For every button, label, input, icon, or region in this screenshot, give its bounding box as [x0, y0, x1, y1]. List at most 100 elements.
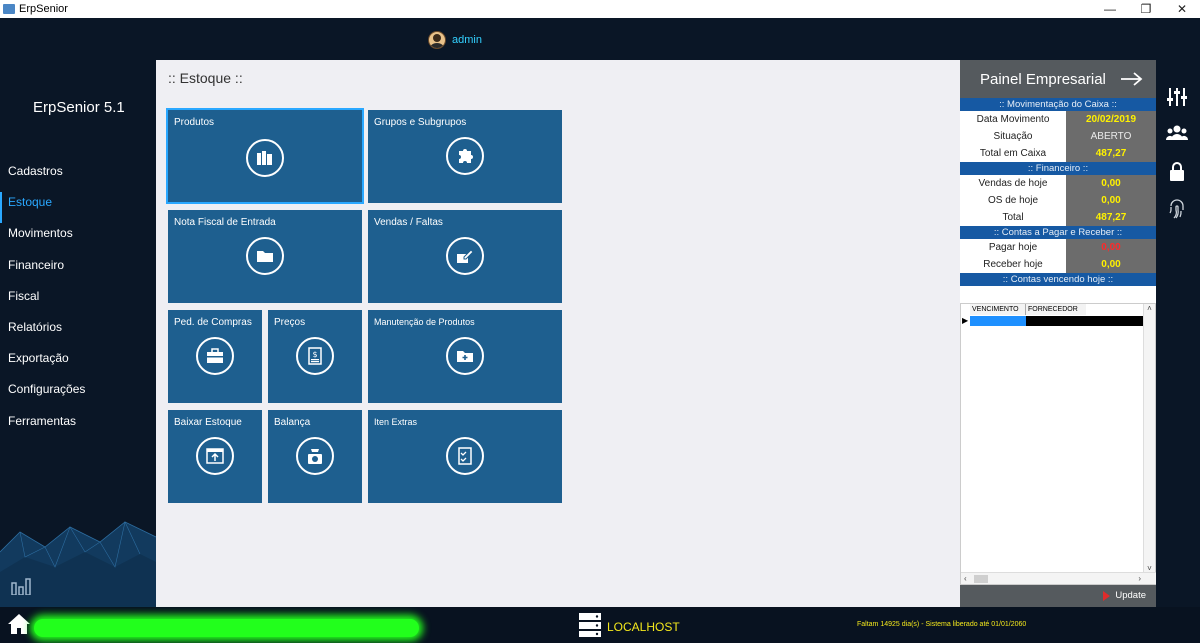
fingerprint-icon[interactable]	[1166, 198, 1188, 220]
sidebar-item-fiscal[interactable]: Fiscal	[0, 286, 156, 317]
row-value: 487,27	[1066, 145, 1156, 162]
row-value: 0,00	[1066, 192, 1156, 209]
panel-title: Painel Empresarial	[980, 70, 1106, 88]
row-total-caixa: Total em Caixa 487,27	[960, 145, 1156, 162]
tile-precos[interactable]: Preços $	[268, 310, 362, 403]
row-value: 20/02/2019	[1066, 111, 1156, 128]
bar-chart-icon[interactable]	[11, 577, 33, 595]
arrow-right-icon[interactable]	[1120, 71, 1144, 87]
row-pointer-icon: ▶	[962, 316, 969, 325]
row-value: 0,00	[1066, 239, 1156, 256]
user-menu[interactable]: admin	[428, 31, 482, 49]
horizontal-scrollbar[interactable]: ‹ ›	[961, 572, 1157, 584]
home-icon[interactable]	[7, 612, 31, 636]
row-key: Situação	[960, 128, 1066, 145]
row-key: Vendas de hoje	[960, 175, 1066, 192]
section-vencendo: :: Contas vencendo hoje ::	[960, 273, 1156, 286]
tile-label: Produtos	[174, 117, 215, 128]
license-status: Faltam 14925 dia(s) - Sistema liberado a…	[857, 621, 1027, 628]
avatar	[428, 31, 446, 49]
update-label: Update	[1115, 590, 1146, 601]
row-key: Total	[960, 209, 1066, 226]
scroll-up-icon[interactable]: ˄	[1144, 304, 1155, 314]
tile-label: Vendas / Faltas	[374, 217, 443, 228]
page-title: :: Estoque ::	[168, 70, 243, 86]
checklist-icon	[446, 437, 484, 475]
row-vendas-hoje: Vendas de hoje 0,00	[960, 175, 1156, 192]
server-icon	[579, 613, 601, 637]
sidebar-item-cadastros[interactable]: Cadastros	[0, 161, 156, 192]
sliders-icon[interactable]	[1166, 86, 1188, 108]
tile-label: Iten Extras	[374, 417, 418, 427]
sidebar-item-relatorios[interactable]: Relatórios	[0, 317, 156, 348]
sidebar-item-exportacao[interactable]: Exportação	[0, 348, 156, 379]
cell-vencimento[interactable]	[970, 316, 1026, 326]
tile-vendas-faltas[interactable]: Vendas / Faltas	[368, 210, 562, 303]
user-name: admin	[452, 34, 482, 46]
tile-ped-compras[interactable]: Ped. de Compras	[168, 310, 262, 403]
users-icon[interactable]	[1166, 122, 1188, 144]
tile-iten-extras[interactable]: Iten Extras	[368, 410, 562, 503]
row-value: 487,27	[1066, 209, 1156, 226]
folder-icon	[246, 237, 284, 275]
row-key: Total em Caixa	[960, 145, 1066, 162]
cell-fornecedor[interactable]	[1026, 316, 1143, 326]
row-pagar-hoje: Pagar hoje 0,00	[960, 239, 1156, 256]
close-button[interactable]: ✕	[1164, 0, 1200, 18]
tile-produtos[interactable]: Produtos	[166, 108, 364, 204]
sidebar-item-ferramentas[interactable]: Ferramentas	[0, 411, 156, 442]
edit-icon	[446, 237, 484, 275]
sidebar-item-configuracoes[interactable]: Configurações	[0, 379, 156, 410]
row-value: 0,00	[1066, 256, 1156, 273]
top-header: admin	[0, 18, 1200, 60]
restore-button[interactable]: ❐	[1128, 0, 1164, 18]
tile-manutencao-produtos[interactable]: Manutenção de Produtos	[368, 310, 562, 403]
row-data-movimento: Data Movimento 20/02/2019	[960, 111, 1156, 128]
sidebar-item-movimentos[interactable]: Movimentos	[0, 223, 156, 254]
books-icon	[246, 139, 284, 177]
scale-icon	[296, 437, 334, 475]
scroll-right-icon[interactable]: ›	[1138, 573, 1141, 584]
business-panel: Painel Empresarial :: Movimentação do Ca…	[960, 60, 1157, 607]
sidebar: ErpSenior 5.1 Cadastros Estoque Moviment…	[0, 60, 156, 607]
due-accounts-grid[interactable]: VENCIMENTO FORNECEDOR ▶ ˄ ˅ ‹ ›	[960, 303, 1157, 585]
tile-label: Baixar Estoque	[174, 417, 242, 428]
row-key: OS de hoje	[960, 192, 1066, 209]
tile-label: Preços	[274, 317, 306, 328]
svg-text:$: $	[312, 350, 317, 359]
briefcase-icon	[196, 337, 234, 375]
tile-baixar-estoque[interactable]: Baixar Estoque	[168, 410, 262, 503]
window-titlebar: ErpSenior — ❐ ✕	[0, 0, 1200, 18]
brand-title: ErpSenior 5.1	[33, 99, 125, 116]
tile-grupos-subgrupos[interactable]: Grupos e Subgrupos	[368, 110, 562, 203]
minimize-button[interactable]: —	[1092, 0, 1128, 18]
tile-label: Ped. de Compras	[174, 317, 252, 328]
sidebar-menu: Cadastros Estoque Movimentos Financeiro …	[0, 161, 156, 442]
tile-nota-fiscal-entrada[interactable]: Nota Fiscal de Entrada	[168, 210, 362, 303]
table-row[interactable]	[970, 316, 1143, 326]
column-header[interactable]: VENCIMENTO	[970, 304, 1026, 315]
panel-header: Painel Empresarial	[960, 60, 1156, 98]
scroll-left-icon[interactable]: ‹	[964, 573, 967, 584]
row-total: Total 487,27	[960, 209, 1156, 226]
sidebar-item-financeiro[interactable]: Financeiro	[0, 255, 156, 286]
tile-balanca[interactable]: Balança	[268, 410, 362, 503]
section-financeiro: :: Financeiro ::	[960, 162, 1156, 175]
app-icon	[3, 4, 15, 14]
sidebar-item-estoque[interactable]: Estoque	[0, 192, 156, 224]
section-caixa: :: Movimentação do Caixa ::	[960, 98, 1156, 111]
lock-icon[interactable]	[1166, 160, 1188, 182]
scroll-thumb[interactable]	[974, 575, 988, 583]
window-title: ErpSenior	[19, 3, 68, 15]
row-value: 0,00	[1066, 175, 1156, 192]
price-doc-icon: $	[296, 337, 334, 375]
panel-footer: Update	[960, 585, 1156, 607]
update-button[interactable]: Update	[1103, 590, 1146, 601]
row-os-hoje: OS de hoje 0,00	[960, 192, 1156, 209]
section-contas: :: Contas a Pagar e Receber ::	[960, 226, 1156, 239]
status-bar: LOCALHOST Faltam 14925 dia(s) - Sistema …	[0, 607, 1200, 643]
row-key: Receber hoje	[960, 256, 1066, 273]
column-header[interactable]: FORNECEDOR	[1026, 304, 1086, 315]
vertical-scrollbar[interactable]: ˄ ˅	[1143, 304, 1155, 574]
row-situacao: Situação ABERTO	[960, 128, 1156, 145]
